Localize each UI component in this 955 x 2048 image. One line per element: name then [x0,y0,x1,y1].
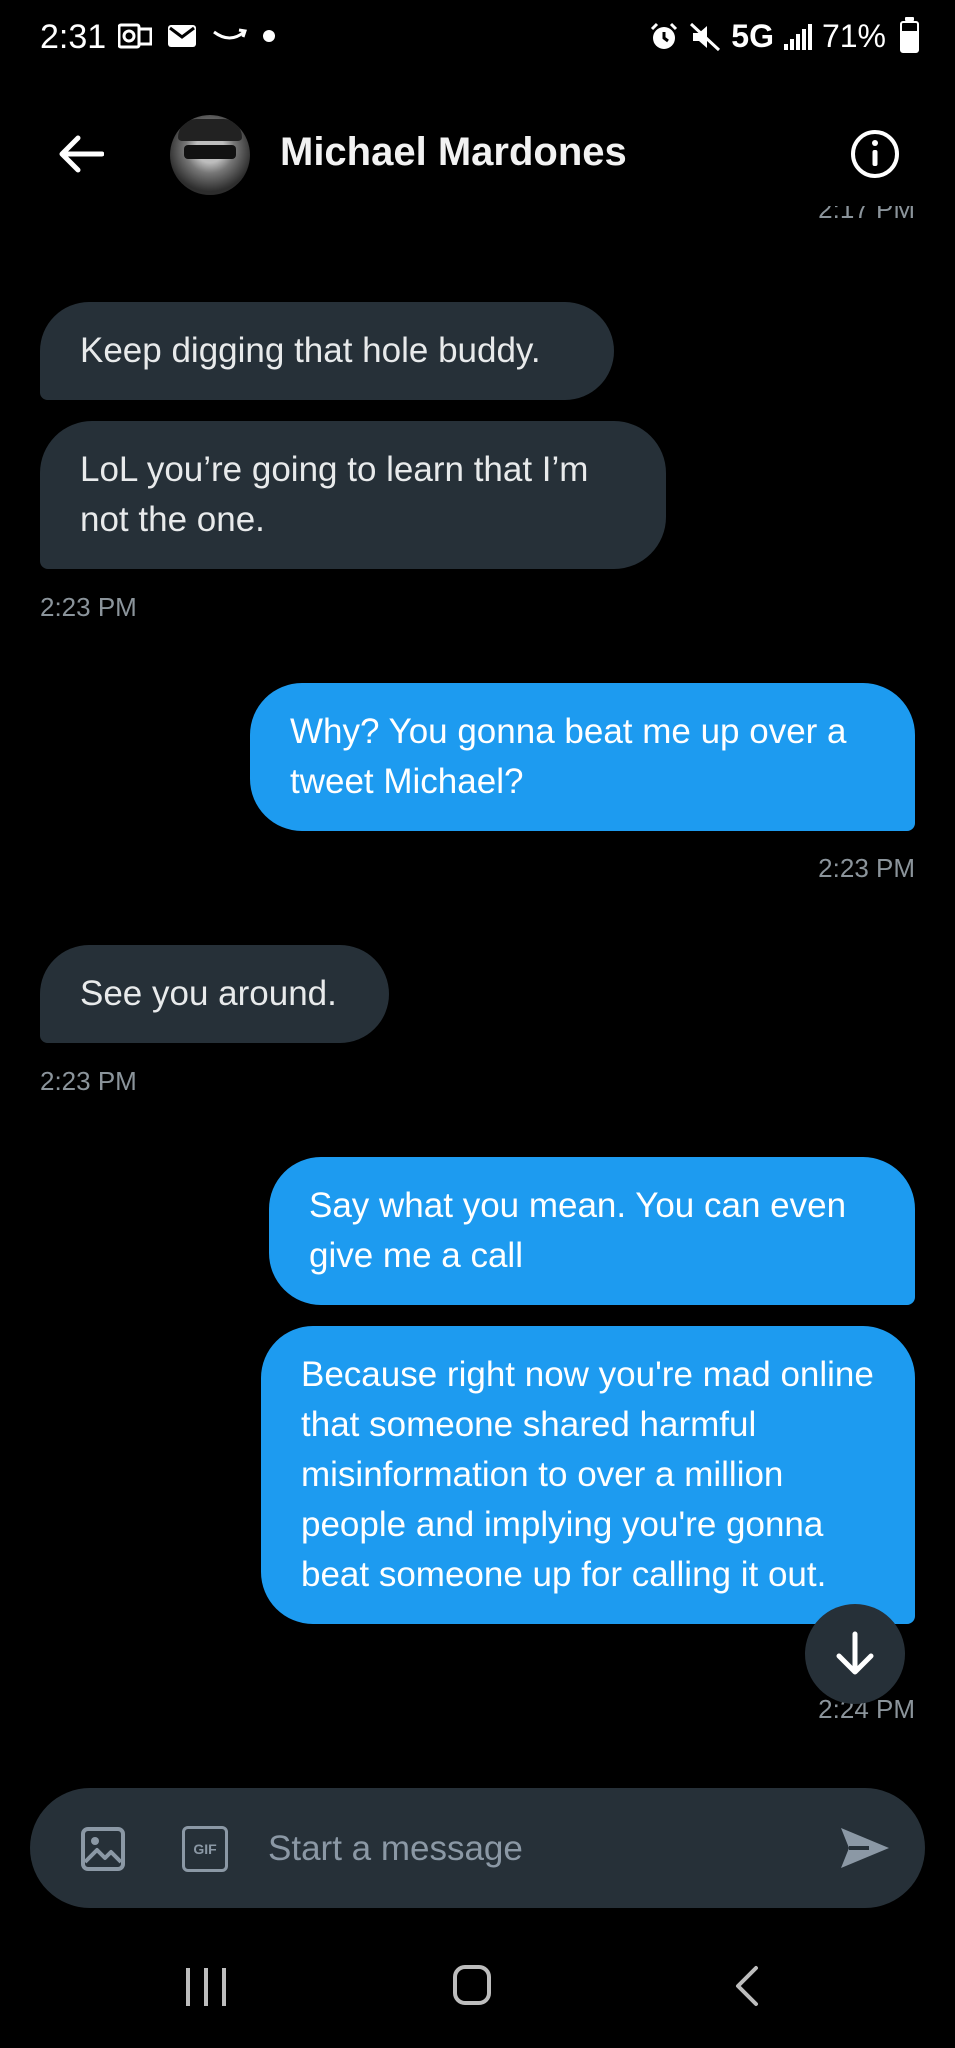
message-timestamp: 2:23 PM [40,1066,137,1096]
amazon-icon [213,28,247,40]
mute-icon [690,22,721,51]
status-right-icons: 5G 71% [649,16,919,55]
received-message[interactable]: LoL you’re going to learn that I’m not t… [40,421,666,569]
scroll-to-bottom-button[interactable] [805,1604,905,1704]
battery-icon [900,16,919,53]
sent-message[interactable]: Why? You gonna beat me up over a tweet M… [250,683,915,831]
message-text: Because right now you're mad online that… [301,1355,874,1594]
dot-icon [263,30,275,42]
alarm-icon [651,22,678,49]
avatar[interactable] [170,115,250,195]
image-icon[interactable] [80,1826,126,1872]
message-timestamp: 2:23 PM [40,592,137,622]
sent-message[interactable]: Because right now you're mad online that… [261,1326,915,1624]
arrow-down-icon [836,1631,874,1675]
send-button[interactable] [835,1818,895,1878]
message-input[interactable] [266,1816,790,1882]
mail-icon [168,25,196,47]
gif-button[interactable]: GIF [182,1826,228,1872]
message-text: Why? You gonna beat me up over a tweet M… [290,712,847,801]
message-text: LoL you’re going to learn that I’m not t… [80,450,589,539]
nav-home-button[interactable] [453,1965,491,2005]
message-text: See you around. [80,974,337,1013]
received-message[interactable]: Keep digging that hole buddy. [40,302,614,400]
avatar-glasses [184,145,236,159]
info-icon [851,130,899,178]
nav-recent-apps-button[interactable] [186,1968,226,2006]
conversation-title[interactable]: Michael Mardones [280,130,627,175]
outlook-icon [118,23,152,49]
message-composer: GIF [30,1788,925,1908]
signal-icon [783,23,812,50]
received-message[interactable]: See you around. [40,945,389,1043]
status-time: 2:31 [40,18,107,56]
sent-message[interactable]: Say what you mean. You can even give me … [269,1157,915,1305]
status-left-icons [118,22,276,50]
battery-percent: 71% [821,18,886,54]
arrow-left-icon [59,135,104,173]
network-label: 5G [731,18,774,54]
avatar-cap [178,119,242,141]
message-timestamp: 2:23 PM [818,853,915,883]
info-button[interactable] [845,124,905,184]
back-button[interactable] [50,124,110,184]
send-icon [841,1828,889,1868]
message-text: Keep digging that hole buddy. [80,331,541,370]
partial-timestamp: 2:17 PM [818,206,915,224]
nav-back-button[interactable] [728,1964,768,2008]
message-text: Say what you mean. You can even give me … [309,1186,847,1275]
